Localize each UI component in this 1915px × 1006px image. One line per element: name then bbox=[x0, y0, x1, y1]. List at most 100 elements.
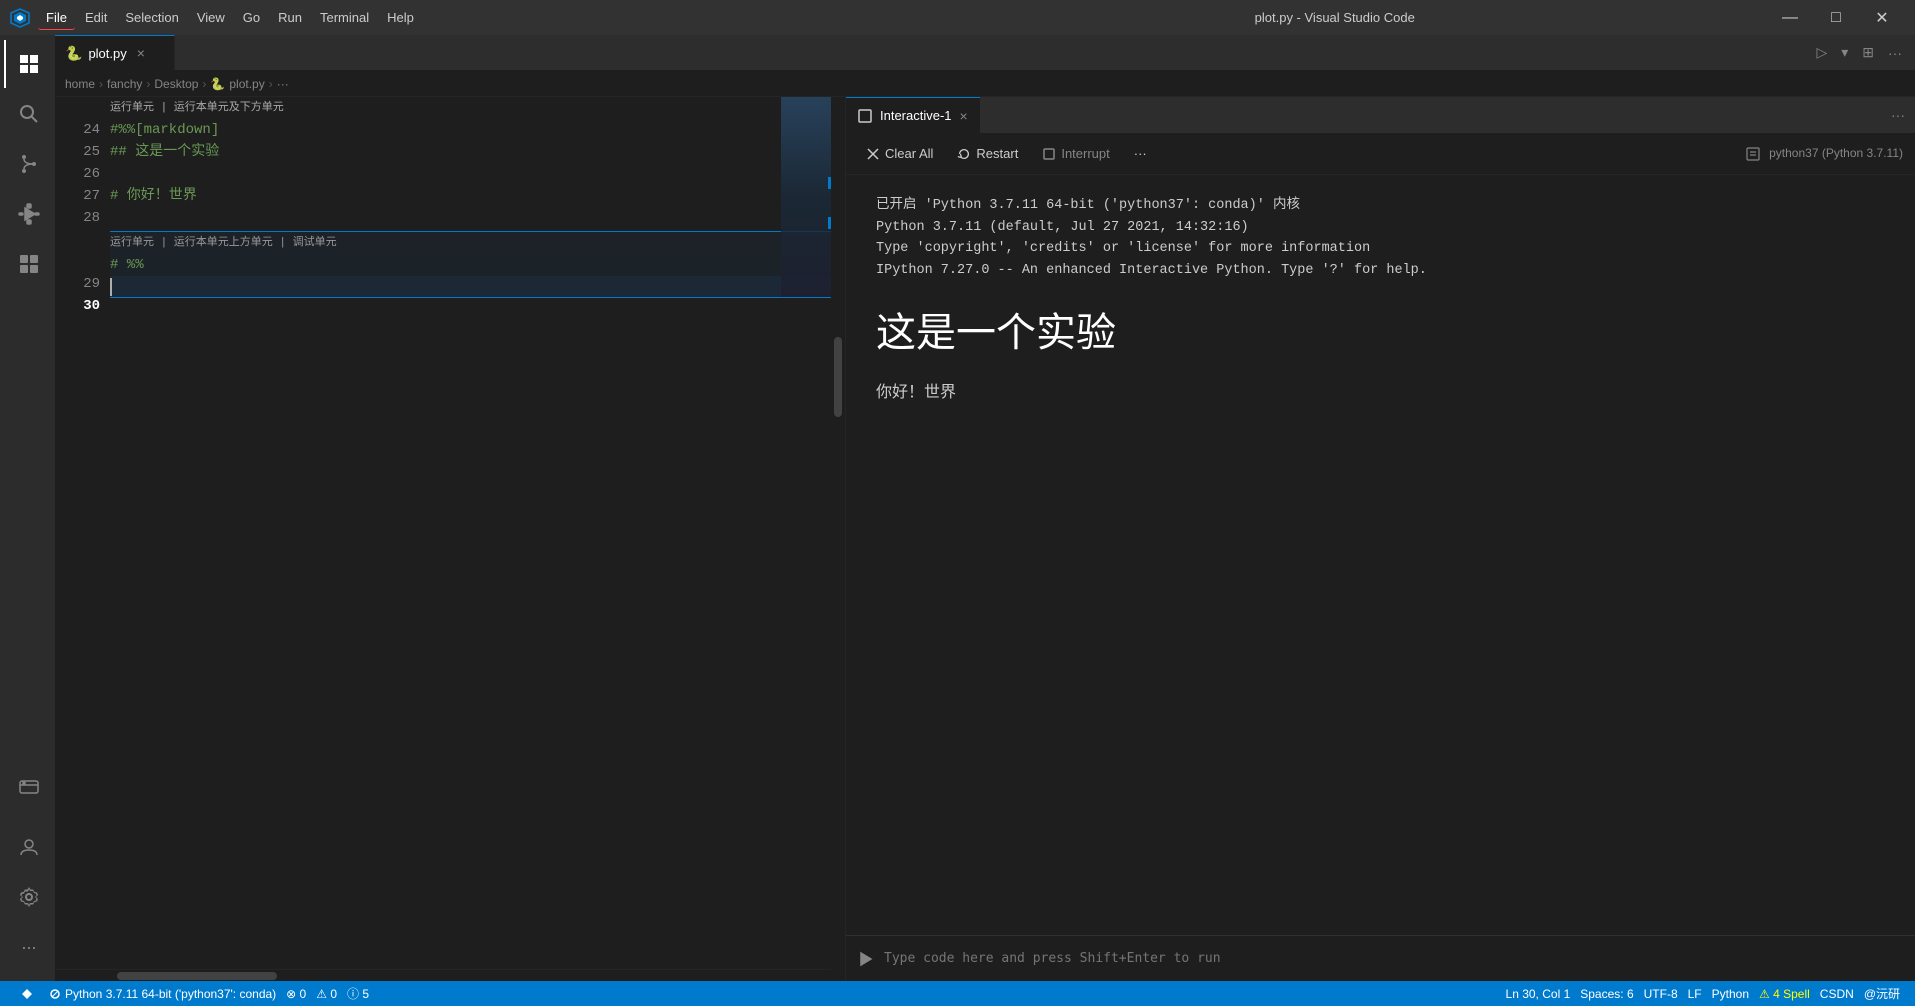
activity-extensions-icon[interactable] bbox=[4, 240, 52, 288]
user-status[interactable]: @沅研 bbox=[1859, 985, 1905, 1002]
activity-bar: ··· bbox=[0, 35, 55, 981]
maximize-button[interactable]: □ bbox=[1813, 0, 1859, 35]
warnings-status[interactable]: ⚠ 0 bbox=[311, 987, 342, 1001]
interactive-tab[interactable]: Interactive-1 × bbox=[846, 97, 980, 133]
code-line-29: # %% bbox=[110, 254, 845, 276]
csdn-label: CSDN bbox=[1820, 987, 1854, 1001]
spell-status[interactable]: ⚠ 4 Spell bbox=[1754, 987, 1815, 1001]
vertical-scrollbar[interactable] bbox=[831, 97, 845, 981]
run-code-icon[interactable] bbox=[858, 951, 874, 967]
interactive-tab-more[interactable]: ··· bbox=[1891, 97, 1915, 133]
clear-all-button[interactable]: Clear All bbox=[858, 142, 941, 165]
code-line-30[interactable] bbox=[110, 276, 845, 298]
errors-status[interactable]: ⊗ 0 bbox=[281, 987, 311, 1001]
menu-selection[interactable]: Selection bbox=[117, 6, 186, 30]
vscode-logo bbox=[10, 8, 30, 28]
cursor-position-status[interactable]: Ln 30, Col 1 bbox=[1501, 987, 1576, 1001]
horizontal-scrollbar[interactable] bbox=[55, 969, 845, 981]
kernel-label[interactable]: python37 (Python 3.7.11) bbox=[1769, 146, 1903, 160]
encoding-label: UTF-8 bbox=[1644, 987, 1678, 1001]
user-label: @沅研 bbox=[1864, 985, 1900, 1002]
split-editor-button[interactable]: ⊞ bbox=[1857, 41, 1879, 64]
output-body: 你好！世界 bbox=[876, 380, 1885, 406]
spell-label: ⚠ 4 Spell bbox=[1759, 987, 1810, 1001]
activity-remote-icon[interactable] bbox=[4, 763, 52, 811]
breadcrumb-home[interactable]: home bbox=[65, 77, 95, 91]
menu-help[interactable]: Help bbox=[379, 6, 422, 30]
code-text-24: #%%[markdown] bbox=[110, 119, 219, 141]
editor-split: 23 24 25 26 27 28 _ _ 29 30 运行 bbox=[55, 97, 1915, 981]
menu-bar: File Edit Selection View Go Run Terminal… bbox=[38, 6, 903, 30]
minimap bbox=[781, 97, 831, 297]
restart-button[interactable]: Restart bbox=[949, 142, 1026, 165]
interactive-tab-close[interactable]: × bbox=[960, 108, 968, 124]
breadcrumb-desktop[interactable]: Desktop bbox=[154, 77, 198, 91]
code-line-26 bbox=[110, 163, 845, 185]
code-input-field[interactable] bbox=[884, 951, 1903, 966]
activity-more-icon[interactable]: ··· bbox=[4, 923, 52, 971]
breadcrumb-more[interactable]: ··· bbox=[277, 77, 289, 91]
minimize-button[interactable]: — bbox=[1767, 0, 1813, 35]
output-startup: 已开启 'Python 3.7.11 64-bit ('python37': c… bbox=[876, 195, 1885, 281]
activity-explorer-icon[interactable] bbox=[4, 40, 52, 88]
interactive-tab-label: Interactive-1 bbox=[880, 108, 952, 123]
activity-search-icon[interactable] bbox=[4, 90, 52, 138]
startup-line-4: IPython 7.27.0 -- An enhanced Interactiv… bbox=[876, 260, 1885, 282]
interrupt-icon bbox=[1042, 147, 1056, 161]
activity-source-control-icon[interactable] bbox=[4, 140, 52, 188]
activity-debug-icon[interactable] bbox=[4, 190, 52, 238]
activity-settings-icon[interactable] bbox=[4, 873, 52, 921]
language-status[interactable]: Python bbox=[1707, 987, 1754, 1001]
tab-bar: 🐍 plot.py × ▷ ▾ ⊞ ··· bbox=[55, 35, 1915, 71]
menu-edit[interactable]: Edit bbox=[77, 6, 115, 30]
menu-view[interactable]: View bbox=[189, 6, 233, 30]
interactive-toolbar: Clear All Restart Interrupt bbox=[846, 133, 1915, 175]
editor-more-button[interactable]: ··· bbox=[1883, 42, 1907, 64]
tab-actions: ▷ ▾ ⊞ ··· bbox=[1811, 35, 1915, 70]
spaces-label: Spaces: 6 bbox=[1580, 987, 1633, 1001]
remote-status[interactable] bbox=[10, 987, 44, 1001]
menu-run[interactable]: Run bbox=[270, 6, 310, 30]
line-numbers: 23 24 25 26 27 28 _ _ 29 30 bbox=[55, 97, 110, 969]
hscroll-thumb[interactable] bbox=[117, 972, 277, 980]
python-env-status[interactable]: Python 3.7.11 64-bit ('python37': conda) bbox=[44, 987, 281, 1001]
breadcrumb-fanchy[interactable]: fanchy bbox=[107, 77, 142, 91]
titlebar: File Edit Selection View Go Run Terminal… bbox=[0, 0, 1915, 35]
toolbar-more-button[interactable]: ··· bbox=[1126, 142, 1155, 165]
info-label: ⓘ 5 bbox=[347, 985, 369, 1002]
run-cell-btn[interactable]: 运行单元 | 运行本单元及下方单元 bbox=[110, 97, 284, 119]
language-label: Python bbox=[1712, 987, 1749, 1001]
eol-status[interactable]: LF bbox=[1683, 987, 1707, 1001]
csdn-status[interactable]: CSDN bbox=[1815, 987, 1859, 1001]
run-button[interactable]: ▷ bbox=[1811, 41, 1832, 64]
menu-terminal[interactable]: Terminal bbox=[312, 6, 377, 30]
encoding-status[interactable]: UTF-8 bbox=[1639, 987, 1683, 1001]
interrupt-button[interactable]: Interrupt bbox=[1034, 142, 1117, 165]
python-file-icon: 🐍 bbox=[65, 45, 82, 62]
code-scroll: 23 24 25 26 27 28 _ _ 29 30 运行 bbox=[55, 97, 845, 969]
eol-label: LF bbox=[1688, 987, 1702, 1001]
code-line-28 bbox=[110, 207, 845, 229]
run-dropdown-button[interactable]: ▾ bbox=[1836, 41, 1853, 64]
tab-close-button[interactable]: × bbox=[137, 45, 145, 61]
startup-line-3: Type 'copyright', 'credits' or 'license'… bbox=[876, 238, 1885, 260]
menu-go[interactable]: Go bbox=[235, 6, 268, 30]
breadcrumb-python-icon: 🐍 bbox=[210, 77, 225, 91]
close-button[interactable]: ✕ bbox=[1859, 0, 1905, 35]
info-status[interactable]: ⓘ 5 bbox=[342, 985, 374, 1002]
tab-label: plot.py bbox=[88, 46, 126, 61]
scrollbar-thumb[interactable] bbox=[834, 337, 842, 417]
errors-label: ⊗ 0 bbox=[286, 987, 306, 1001]
interactive-icon bbox=[858, 109, 872, 123]
activity-account-icon[interactable] bbox=[4, 823, 52, 871]
code-text-29: # %% bbox=[110, 254, 144, 276]
clear-all-label: Clear All bbox=[885, 146, 933, 161]
breadcrumb-file[interactable]: plot.py bbox=[229, 77, 264, 91]
menu-file[interactable]: File bbox=[38, 6, 75, 30]
spaces-status[interactable]: Spaces: 6 bbox=[1575, 987, 1638, 1001]
kernel-info: python37 (Python 3.7.11) bbox=[1745, 146, 1903, 162]
editor-tab-plot-py[interactable]: 🐍 plot.py × bbox=[55, 35, 175, 70]
code-editor[interactable]: 运行单元 | 运行本单元及下方单元 #%%[markdown] ## 这是一个实… bbox=[110, 97, 845, 969]
main-layout: ··· 🐍 plot.py × ▷ ▾ ⊞ ··· home › fanchy … bbox=[0, 35, 1915, 981]
code-pane: 23 24 25 26 27 28 _ _ 29 30 运行 bbox=[55, 97, 845, 981]
